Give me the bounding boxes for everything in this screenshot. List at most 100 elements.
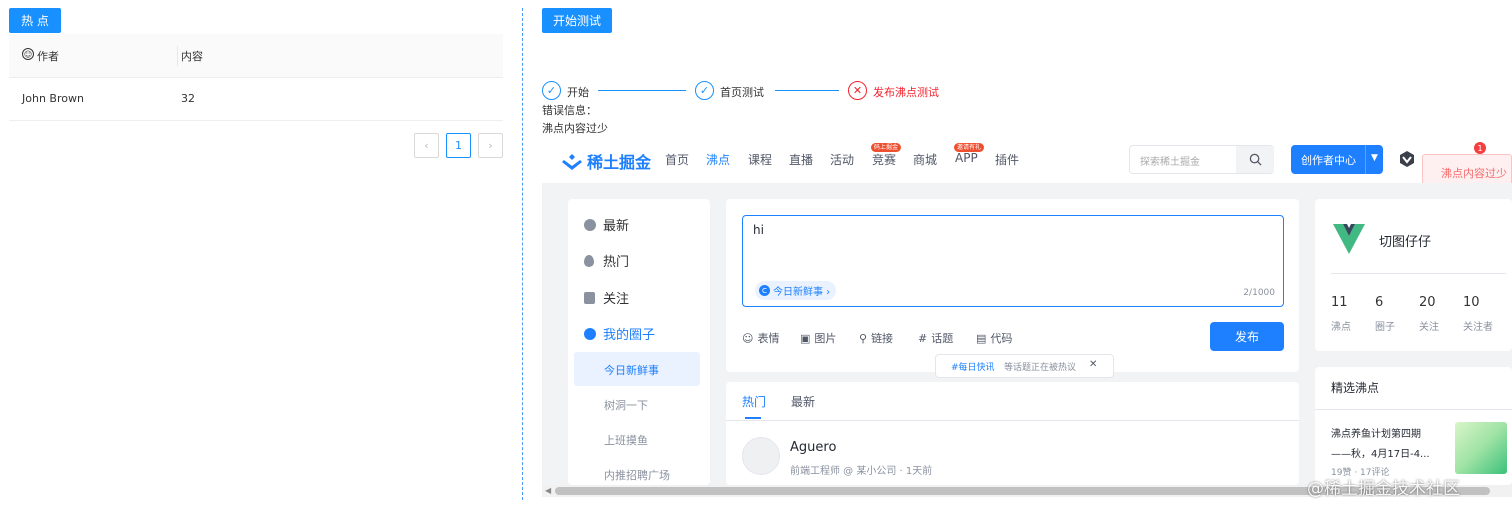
featured-divider — [1315, 409, 1512, 410]
search-box[interactable]: 探索稀土掘金 — [1129, 145, 1274, 174]
editor-text: hi — [753, 223, 764, 237]
code-icon: ▤ — [976, 331, 987, 345]
nav-home[interactable]: 首页 — [665, 151, 689, 168]
sidebar-item-latest[interactable]: 最新 — [584, 215, 629, 234]
step-label: 开始 — [567, 86, 589, 99]
image-icon: ▣ — [800, 331, 811, 345]
scroll-left-icon[interactable]: ◀ — [545, 486, 551, 495]
sidebar-sub-slack[interactable]: 上班摸鱼 — [604, 432, 648, 448]
featured-title: 精选沸点 — [1331, 381, 1380, 395]
next-page-button[interactable]: › — [478, 133, 503, 158]
page-1-button[interactable]: 1 — [446, 133, 471, 158]
col-content: 内容 — [181, 50, 203, 63]
post-author[interactable]: Aguero — [790, 440, 836, 455]
news-tag: #每日快讯 — [951, 363, 995, 373]
topic-tag[interactable]: C 今日新鲜事 › — [755, 281, 837, 300]
tool-label: 话题 — [931, 332, 954, 345]
profile-avatar[interactable] — [1331, 222, 1367, 256]
code-tool[interactable]: ▤ 代码 — [976, 330, 1012, 346]
button-divider — [1365, 145, 1366, 174]
link-tool[interactable]: ⚲ 链接 — [859, 330, 893, 346]
start-test-button[interactable]: 开始测试 — [542, 8, 612, 33]
nav-contest[interactable]: 竞赛 — [872, 151, 896, 168]
juejin-logo-icon — [562, 154, 582, 170]
step-label: 首页测试 — [720, 86, 764, 99]
nav-events[interactable]: 活动 — [830, 151, 854, 168]
tool-label: 图片 — [814, 332, 837, 345]
featured-item-line2[interactable]: ——秋，4月17日-4... — [1331, 445, 1430, 460]
nav-plugin[interactable]: 插件 — [995, 151, 1019, 168]
tool-label: 链接 — [871, 332, 894, 345]
post-meta: 前端工程师 @ 某小公司 · 1天前 — [790, 466, 933, 477]
profile-name[interactable]: 切图仔仔 — [1379, 231, 1431, 250]
error-message: 沸点内容过少 — [542, 122, 608, 135]
link-icon: ⚲ — [859, 331, 868, 345]
stat-following-count: 20 — [1419, 295, 1436, 310]
nav-app[interactable]: APP — [955, 151, 978, 165]
sidebar-sub-jobs[interactable]: 内推招聘广场 — [604, 467, 670, 483]
nav-courses[interactable]: 课程 — [748, 151, 772, 168]
caret-down-icon[interactable]: ▼ — [1371, 153, 1378, 163]
stat-followers-label[interactable]: 关注者 — [1463, 318, 1493, 333]
nav-shop[interactable]: 商城 — [913, 151, 937, 168]
sidebar-item-my-circles[interactable]: 我的圈子 — [584, 324, 655, 343]
cell-content: 32 — [181, 92, 195, 105]
sidebar-label: 最新 — [603, 219, 630, 234]
check-icon: ✓ — [695, 81, 714, 100]
tab-latest[interactable]: 最新 — [791, 393, 815, 410]
avatar[interactable] — [742, 437, 780, 475]
error-title: 错误信息： — [542, 104, 597, 117]
topic-tool[interactable]: # 话题 — [918, 330, 953, 346]
search-icon[interactable] — [1236, 146, 1274, 173]
nav-live[interactable]: 直播 — [789, 151, 813, 168]
contest-badge: 码上掘金 — [871, 143, 902, 152]
follow-icon — [584, 291, 595, 304]
close-icon[interactable]: ✕ — [1089, 359, 1097, 370]
creator-center-label: 创作者中心 — [1301, 154, 1356, 167]
tab-underline — [745, 417, 761, 419]
stat-pins-label[interactable]: 沸点 — [1331, 318, 1351, 333]
publish-button[interactable]: 发布 — [1210, 322, 1284, 351]
feed-divider — [726, 420, 1299, 421]
emoji-tool[interactable]: ☺ 表情 — [742, 330, 779, 346]
circle-icon — [584, 327, 596, 340]
check-icon: ✓ — [542, 81, 561, 100]
creator-center-button[interactable]: 创作者中心 ▼ — [1291, 145, 1383, 174]
sidebar-sub-treehole[interactable]: 树洞一下 — [604, 397, 648, 413]
tool-label: 代码 — [990, 332, 1013, 345]
profile-divider — [1331, 273, 1506, 274]
emoji-icon: ☺ — [742, 331, 754, 345]
sidebar-sub-today[interactable]: 今日新鲜事 — [604, 362, 659, 378]
hot-button[interactable]: 热 点 — [9, 8, 61, 33]
stat-following-label[interactable]: 关注 — [1419, 318, 1439, 333]
tab-hot[interactable]: 热门 — [742, 393, 766, 410]
clock-icon — [584, 218, 596, 231]
pane-divider — [522, 8, 523, 500]
sidebar-item-hot[interactable]: 热门 — [584, 251, 629, 270]
vip-icon[interactable] — [1398, 150, 1416, 168]
char-counter: 2/1000 — [1243, 288, 1275, 298]
prev-page-button[interactable]: ‹ — [414, 133, 439, 158]
stat-followers-count: 10 — [1463, 295, 1480, 310]
topic-hash-icon: # — [918, 331, 928, 345]
topic-tag-label: 今日新鲜事 › — [773, 287, 831, 298]
notification-count: 1 — [1474, 142, 1486, 154]
image-tool[interactable]: ▣ 图片 — [800, 330, 836, 346]
sidebar-item-following[interactable]: 关注 — [584, 288, 629, 307]
stat-pins-count: 11 — [1331, 295, 1348, 310]
cell-author: John Brown — [22, 92, 84, 105]
pin-editor[interactable]: hi C 今日新鲜事 › 2/1000 — [742, 215, 1284, 307]
featured-thumbnail[interactable] — [1455, 422, 1507, 474]
smile-icon: ☺ — [22, 48, 34, 60]
sidebar-label: 关注 — [603, 292, 630, 307]
featured-item-line1[interactable]: 沸点养鱼计划第四期 — [1331, 425, 1421, 440]
table-header: ☺ 作者 内容 — [9, 34, 503, 78]
stat-circles-label[interactable]: 圈子 — [1375, 318, 1395, 333]
sidebar-label: 热门 — [603, 255, 630, 270]
daily-news-bar[interactable]: #每日快讯 等话题正在被热议 ✕ — [935, 354, 1114, 378]
toast-text: 沸点内容过少 — [1441, 167, 1507, 180]
nav-pins[interactable]: 沸点 — [706, 151, 730, 168]
juejin-logo[interactable]: 稀土掘金 — [561, 149, 651, 173]
stat-circles-count: 6 — [1375, 295, 1384, 310]
watermark: @稀土掘金技术社区 — [1307, 479, 1460, 499]
